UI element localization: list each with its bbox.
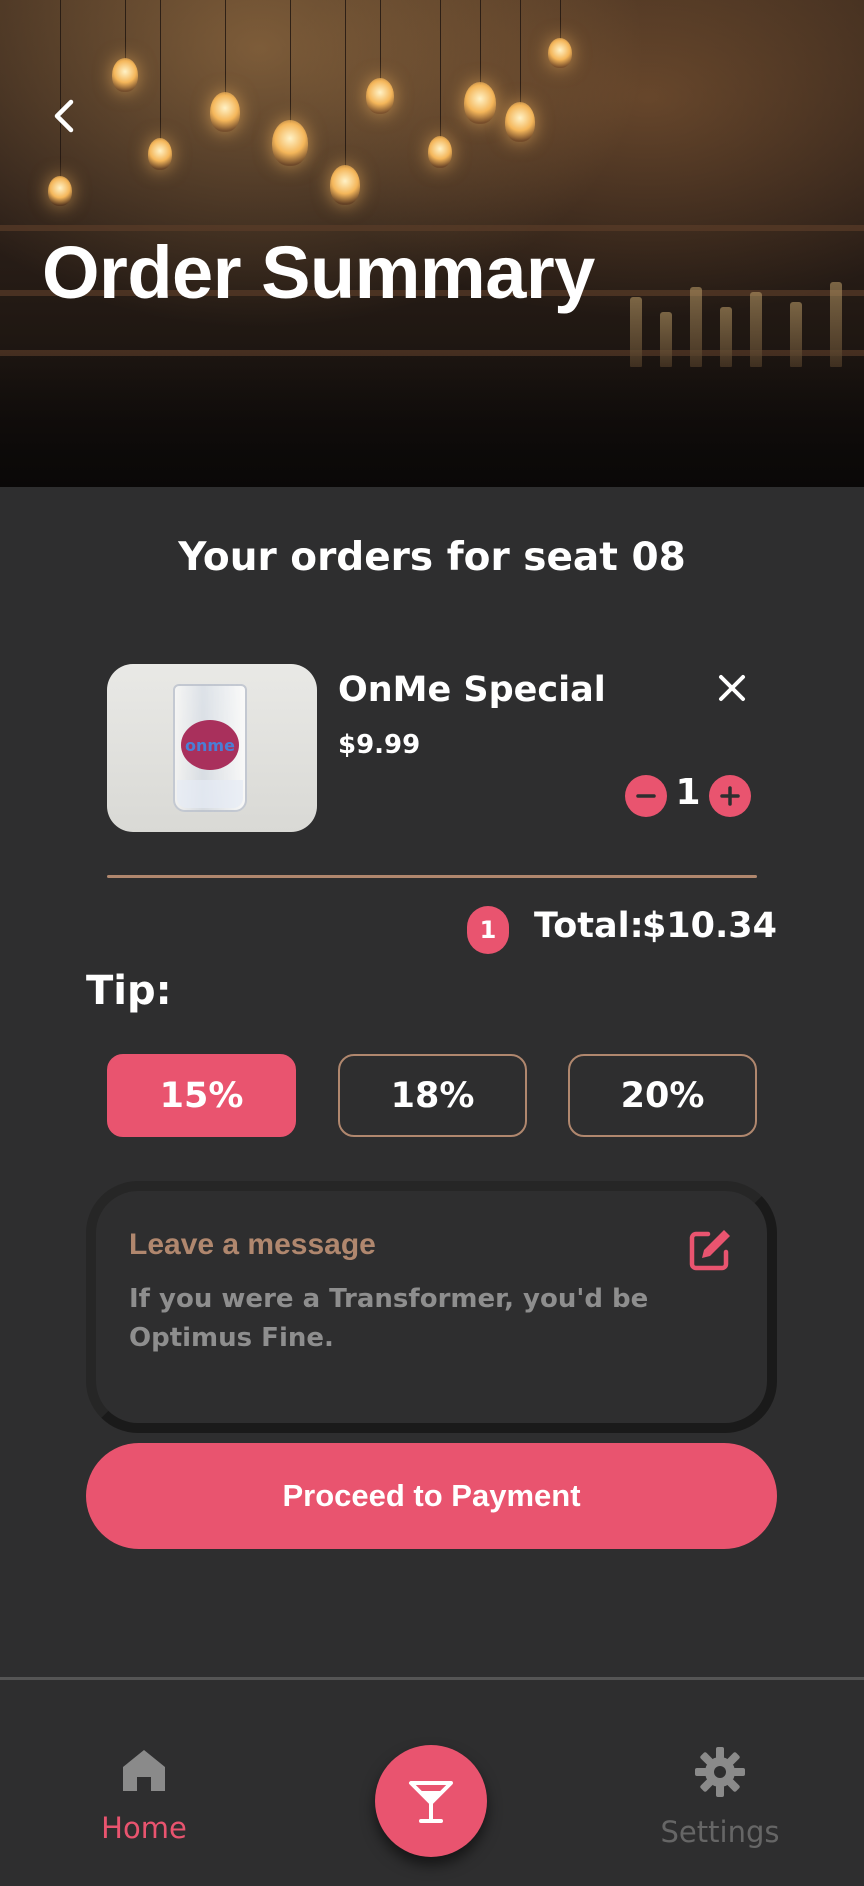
order-divider: [107, 875, 757, 878]
edit-icon: [689, 1230, 730, 1271]
plus-icon: [720, 786, 740, 806]
decrease-quantity-button[interactable]: [625, 775, 667, 817]
page-title: Order Summary: [42, 231, 595, 314]
light-bulb: [330, 165, 360, 205]
light-bulb: [112, 58, 138, 92]
light-bulb: [428, 136, 452, 168]
increase-quantity-button[interactable]: [709, 775, 751, 817]
home-icon: [123, 1750, 165, 1791]
gear-icon: [695, 1747, 745, 1797]
glass-logo: onme: [181, 720, 239, 770]
remove-item-button[interactable]: [712, 668, 752, 708]
shot-glass-image: onme: [173, 684, 247, 812]
message-title: Leave a message: [129, 1228, 376, 1261]
light-bulb: [272, 120, 308, 166]
message-text[interactable]: If you were a Transformer, you'd be Opti…: [129, 1280, 649, 1358]
tip-option-20[interactable]: 20%: [568, 1054, 757, 1137]
total-label: Total:: [534, 906, 644, 946]
nav-home[interactable]: Home: [59, 1745, 229, 1845]
total-value: $10.34: [641, 906, 777, 946]
item-name: OnMe Special: [338, 670, 606, 710]
proceed-to-payment-button[interactable]: Proceed to Payment: [86, 1443, 777, 1549]
light-bulb: [548, 38, 572, 68]
cocktail-glass-icon: [409, 1781, 453, 1823]
item-count-badge: 1: [467, 906, 509, 954]
light-bulb: [505, 102, 535, 142]
nav-settings-label: Settings: [660, 1815, 780, 1849]
tip-option-18[interactable]: 18%: [338, 1054, 527, 1137]
tip-option-15[interactable]: 15%: [107, 1054, 296, 1137]
nav-settings[interactable]: Settings: [635, 1745, 805, 1849]
drinks-menu-button[interactable]: [375, 1745, 487, 1857]
chevron-left-icon: [54, 99, 74, 133]
edit-message-button[interactable]: [684, 1224, 736, 1276]
nav-divider: [0, 1677, 864, 1680]
hero-banner: Order Summary: [0, 0, 864, 487]
item-price: $9.99: [338, 730, 421, 760]
back-button[interactable]: [44, 96, 84, 136]
light-bulb: [210, 92, 240, 132]
quantity-value: 1: [675, 772, 701, 813]
light-bulb: [366, 78, 394, 114]
seat-heading: Your orders for seat 08: [178, 535, 686, 580]
light-bulb: [48, 176, 72, 206]
tip-label: Tip:: [86, 968, 172, 1014]
item-image: onme: [107, 664, 317, 832]
minus-icon: [636, 794, 656, 798]
light-bulb: [464, 82, 496, 124]
light-bulb: [148, 138, 172, 170]
nav-home-label: Home: [101, 1811, 187, 1845]
close-icon: [719, 675, 745, 701]
